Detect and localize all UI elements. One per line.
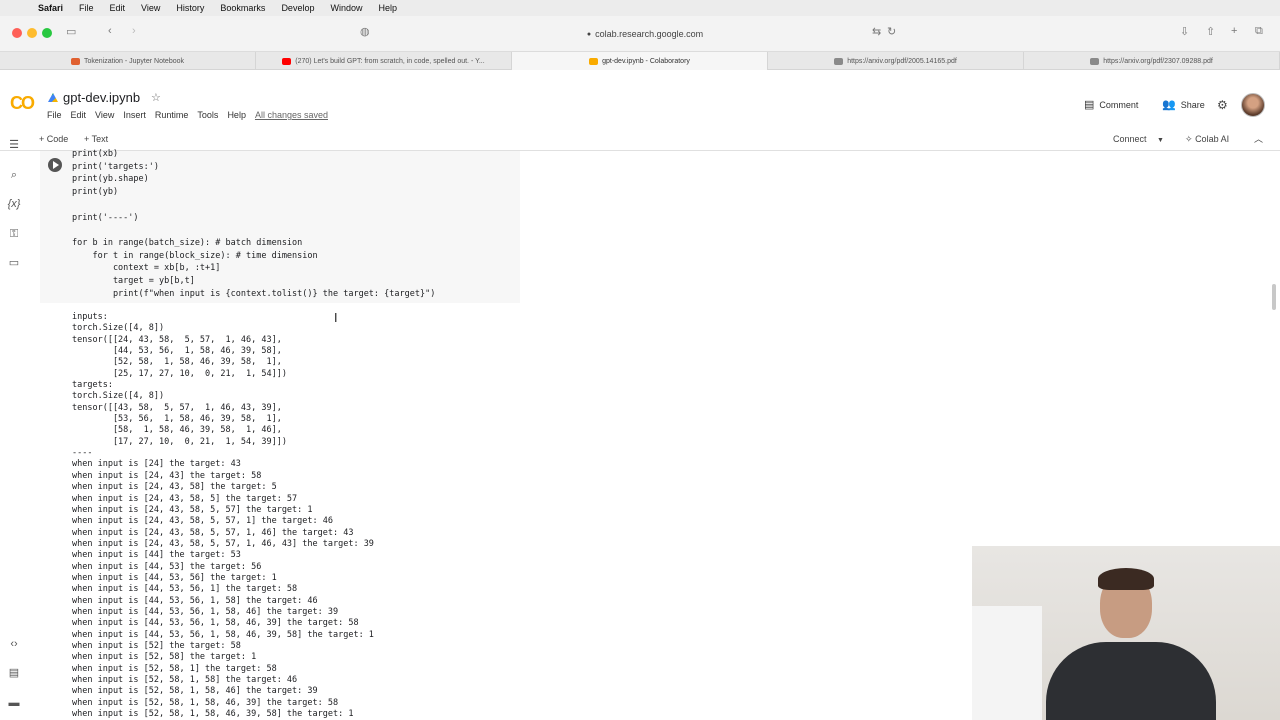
browser-tab-youtube[interactable]: (270) Let's build GPT: from scratch, in … xyxy=(256,52,512,70)
browser-tab-label: https://arxiv.org/pdf/2005.14165.pdf xyxy=(847,57,957,65)
browser-tab-tokenization[interactable]: Tokenization - Jupyter Notebook xyxy=(0,52,256,70)
add-code-button[interactable]: + Code xyxy=(39,134,68,144)
colab-menu-bar: File Edit View Insert Runtime Tools Help… xyxy=(47,110,337,120)
mac-menu-bar: Safari File Edit View History Bookmarks … xyxy=(0,0,1280,16)
arxiv-icon xyxy=(1090,57,1100,65)
cell-output: inputs: torch.Size([4, 8]) tensor([[24, … xyxy=(72,312,374,720)
mac-menu-history[interactable]: History xyxy=(168,3,212,13)
browser-tab-label: https://arxiv.org/pdf/2307.09288.pdf xyxy=(1103,57,1213,65)
mac-menu-edit[interactable]: Edit xyxy=(102,3,134,13)
browser-tab-colab[interactable]: gpt-dev.ipynb - Colaboratory xyxy=(512,52,768,70)
url-text: colab.research.google.com xyxy=(595,29,704,39)
colab-icon xyxy=(589,57,599,65)
people-icon: 👥 xyxy=(1162,99,1176,111)
privacy-report-icon[interactable]: ◍ xyxy=(360,25,370,38)
search-icon[interactable]: ⌕ xyxy=(6,167,22,183)
code-snippets-icon[interactable]: ‹› xyxy=(6,636,22,652)
comment-icon: ▤ xyxy=(1084,99,1095,111)
browser-tab-label: Tokenization - Jupyter Notebook xyxy=(84,57,184,65)
translate-icon[interactable]: ⇆ xyxy=(872,25,881,38)
menu-tools[interactable]: Tools xyxy=(197,110,218,120)
browser-tab-arxiv-2[interactable]: https://arxiv.org/pdf/2307.09288.pdf xyxy=(1024,52,1280,70)
code-editor[interactable]: print(xb) print('targets:') print(yb.sha… xyxy=(72,148,435,300)
browser-tab-arxiv-1[interactable]: https://arxiv.org/pdf/2005.14165.pdf xyxy=(768,52,1024,70)
folder-icon[interactable]: ▭ xyxy=(6,255,22,271)
menu-file[interactable]: File xyxy=(47,110,62,120)
notebook-title-text[interactable]: gpt-dev.ipynb xyxy=(63,90,140,105)
menu-insert[interactable]: Insert xyxy=(123,110,146,120)
menu-icon[interactable]: ☰ xyxy=(6,137,22,153)
share-button[interactable]: 👥 Share xyxy=(1162,98,1205,111)
comment-label: Comment xyxy=(1099,99,1139,110)
chevron-down-icon: ▼ xyxy=(1157,137,1164,144)
run-cell-button[interactable] xyxy=(48,158,62,172)
tab-overview-icon[interactable]: ⧉ xyxy=(1255,25,1263,38)
lock-icon: ● xyxy=(586,30,592,38)
downloads-icon[interactable]: ⇩ xyxy=(1180,25,1189,38)
mac-menu-view[interactable]: View xyxy=(133,3,168,13)
mac-menu-file[interactable]: File xyxy=(71,3,102,13)
connect-label: Connect xyxy=(1113,134,1147,144)
address-bar[interactable]: ● colab.research.google.com xyxy=(520,25,770,43)
scrollbar[interactable] xyxy=(1272,284,1276,310)
arxiv-icon xyxy=(834,57,844,65)
settings-gear-icon[interactable]: ⚙ xyxy=(1217,98,1228,112)
connect-button[interactable]: Connect ▼ xyxy=(1113,134,1164,144)
share-label: Share xyxy=(1180,99,1205,110)
left-rail: ☰ ⌕ {x} ⚿ ▭ ‹› ▤ ▬ xyxy=(0,139,28,720)
colab-header: CO gpt-dev.ipynb ☆ File Edit View Insert… xyxy=(0,70,1280,126)
webcam-video-overlay xyxy=(972,546,1280,720)
mac-menu-develop[interactable]: Develop xyxy=(273,3,322,13)
menu-runtime[interactable]: Runtime xyxy=(155,110,189,120)
colab-logo[interactable]: CO xyxy=(10,93,35,114)
chevron-up-icon[interactable]: ︿ xyxy=(1254,132,1263,145)
sidebar-toggle-icon[interactable]: ▭ xyxy=(66,25,76,38)
star-icon[interactable]: ☆ xyxy=(151,91,161,104)
variables-icon[interactable]: {x} xyxy=(6,196,22,212)
colab-ai-icon: ✧ xyxy=(1185,134,1193,144)
presenter-body xyxy=(1046,642,1216,720)
mac-menu-bookmarks[interactable]: Bookmarks xyxy=(212,3,273,13)
share-sheet-icon[interactable]: ⇧ xyxy=(1206,25,1215,38)
colab-ai-button[interactable]: ✧ Colab AI xyxy=(1185,134,1229,145)
google-drive-icon xyxy=(48,93,58,102)
notebook-title[interactable]: gpt-dev.ipynb xyxy=(48,90,140,105)
safari-toolbar: ▭ ‹ › ◍ ● colab.research.google.com ⇆ ↻ … xyxy=(0,16,1280,52)
avatar[interactable] xyxy=(1241,93,1265,117)
browser-tab-label: gpt-dev.ipynb - Colaboratory xyxy=(602,57,690,65)
back-icon[interactable]: ‹ xyxy=(108,25,112,37)
text-cursor-icon: I xyxy=(334,311,338,325)
key-icon[interactable]: ⚿ xyxy=(6,226,22,242)
browser-tab-label: (270) Let's build GPT: from scratch, in … xyxy=(295,57,485,65)
jupyter-icon xyxy=(71,57,80,65)
minimize-window-button[interactable] xyxy=(27,28,37,38)
menu-help[interactable]: Help xyxy=(227,110,246,120)
presenter-hair xyxy=(1098,568,1154,590)
terminal-icon[interactable]: ▬ xyxy=(6,695,22,711)
add-text-button[interactable]: + Text xyxy=(84,134,108,144)
colab-ai-label: Colab AI xyxy=(1195,134,1230,144)
forward-icon[interactable]: › xyxy=(132,25,136,37)
menu-view[interactable]: View xyxy=(95,110,114,120)
reload-icon[interactable]: ↻ xyxy=(887,25,896,38)
youtube-icon xyxy=(282,57,292,65)
mac-menu-help[interactable]: Help xyxy=(370,3,405,13)
zoom-window-button[interactable] xyxy=(42,28,52,38)
menu-edit[interactable]: Edit xyxy=(71,110,87,120)
close-window-button[interactable] xyxy=(12,28,22,38)
mac-menu-window[interactable]: Window xyxy=(322,3,370,13)
browser-tab-strip: Tokenization - Jupyter Notebook (270) Le… xyxy=(0,52,1280,70)
comment-button[interactable]: ▤ Comment xyxy=(1084,98,1138,111)
save-status[interactable]: All changes saved xyxy=(255,110,328,120)
mac-menu-safari[interactable]: Safari xyxy=(30,3,71,13)
window-background xyxy=(972,606,1042,720)
new-tab-icon[interactable]: + xyxy=(1231,25,1237,37)
command-palette-icon[interactable]: ▤ xyxy=(6,665,22,681)
